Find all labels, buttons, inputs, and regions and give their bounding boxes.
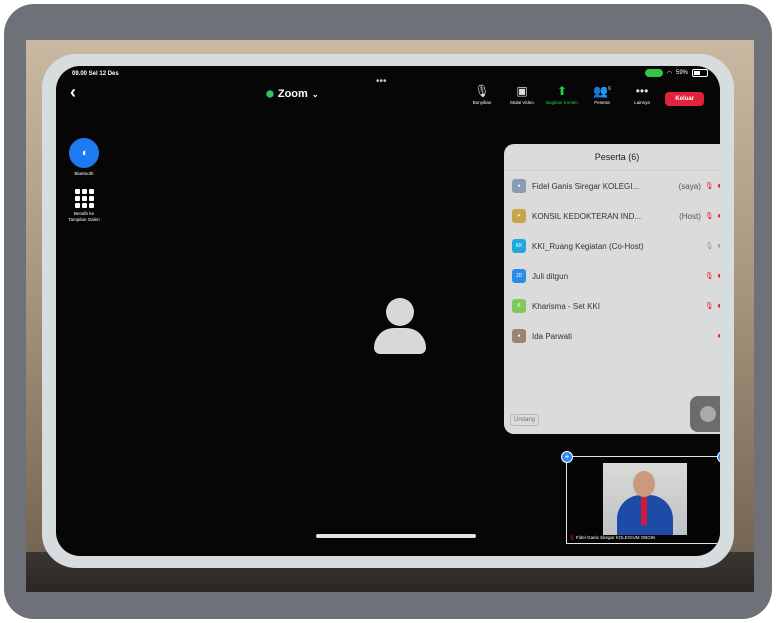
self-view-name-text: Fidel Ganis Siregar KOLEGIUM OBGIN bbox=[575, 535, 656, 540]
self-video bbox=[603, 463, 687, 535]
participant-avatar-emblem: ✦ bbox=[512, 209, 526, 223]
participant-tag: (saya) bbox=[678, 181, 701, 191]
self-view-window[interactable]: + − 🎙 Fidel Ganis Siregar KOLEGIUM OBGIN bbox=[561, 451, 720, 544]
mic-icon: 🎙 bbox=[704, 243, 714, 250]
zoom-screen: 09.00 Sel 12 Des ◠ 59% ‹ ••• ⬢ Zoom ⌄ 🎙 … bbox=[56, 66, 720, 556]
bluetooth-button[interactable]: ◖ Bluetooth bbox=[66, 138, 102, 177]
participant-name: Juli ditgun bbox=[532, 271, 569, 281]
status-indicators: ◠ 59% bbox=[644, 69, 708, 77]
mic-muted-icon: 🎙 bbox=[704, 303, 714, 310]
expand-icon[interactable]: + bbox=[561, 451, 573, 463]
battery-icon bbox=[692, 69, 708, 77]
more-icon: ••• bbox=[635, 84, 649, 98]
participants-panel: Peserta (6) ● Fidel Ganis Siregar KOLEGI… bbox=[504, 144, 720, 434]
tablet-device: 09.00 Sel 12 Des ◠ 59% ‹ ••• ⬢ Zoom ⌄ 🎙 … bbox=[42, 54, 734, 568]
participant-name: KONSIL KEDOKTERAN IND... bbox=[532, 211, 642, 221]
meeting-toolbar: 🎙 Bunyikan ▣ Mulai Video ⬆ Bagikan Konte… bbox=[466, 84, 658, 105]
shield-icon: ⬢ bbox=[266, 88, 274, 99]
participant-name: Kharisma - Set KKI bbox=[532, 301, 601, 311]
more-button[interactable]: ••• Lainnya bbox=[626, 84, 658, 105]
participant-tag: (Host) bbox=[679, 211, 701, 221]
participants-icon: 👥6 bbox=[593, 84, 611, 98]
mic-muted-icon: 🎙 bbox=[704, 183, 714, 190]
bluetooth-speaker-icon: ◖ bbox=[69, 138, 99, 168]
participant-row[interactable]: K Kharisma - Set KKI 🎙 ■ bbox=[504, 291, 720, 321]
person-tie bbox=[641, 497, 647, 525]
video-off-icon: ■ bbox=[717, 272, 720, 280]
start-video-button[interactable]: ▣ Mulai Video bbox=[506, 84, 538, 105]
default-avatar-head-icon bbox=[386, 298, 414, 326]
meeting-title-text: Zoom bbox=[277, 88, 308, 100]
more-label: Lainnya bbox=[634, 100, 650, 105]
participant-name: Fidel Ganis Siregar KOLEGI... bbox=[532, 181, 640, 191]
start-video-label: Mulai Video bbox=[510, 100, 534, 105]
home-indicator[interactable] bbox=[316, 534, 476, 538]
video-icon: ■ bbox=[717, 242, 720, 250]
chevron-down-icon: ⌄ bbox=[311, 89, 319, 99]
video-off-icon: ■ bbox=[717, 182, 720, 190]
participants-badge: 6 bbox=[608, 86, 611, 92]
share-content-label: Bagikan Konten bbox=[546, 100, 578, 105]
photo-background: 09.00 Sel 12 Des ◠ 59% ‹ ••• ⬢ Zoom ⌄ 🎙 … bbox=[26, 40, 754, 592]
mute-button[interactable]: 🎙 Bunyikan bbox=[466, 84, 498, 105]
mic-muted-icon: 🎙 bbox=[474, 84, 490, 98]
mic-muted-icon: 🎙 bbox=[704, 213, 714, 220]
participant-row[interactable]: ● Ida Parwati ■ bbox=[504, 321, 720, 351]
participant-avatar: ● bbox=[512, 329, 526, 343]
mic-active-indicator-icon bbox=[644, 69, 663, 77]
video-off-icon: ■ bbox=[717, 212, 720, 220]
default-avatar-body-icon bbox=[374, 328, 426, 354]
participant-row[interactable]: KK KKI_Ruang Kegiatan (Co-Host) 🎙 ■ bbox=[504, 231, 720, 261]
participant-name: KKI_Ruang Kegiatan (Co-Host) bbox=[532, 241, 644, 251]
mute-label: Bunyikan bbox=[472, 100, 492, 105]
bluetooth-label: Bluetooth bbox=[74, 171, 94, 176]
video-off-icon: ▣ bbox=[516, 84, 528, 98]
meeting-title[interactable]: ⬢ Zoom ⌄ bbox=[266, 88, 319, 100]
share-content-button[interactable]: ⬆ Bagikan Konten bbox=[546, 84, 578, 105]
mic-muted-icon: 🎙 bbox=[704, 273, 714, 280]
status-time-date: 09.00 Sel 12 Des bbox=[72, 71, 119, 77]
battery-percent: 59% bbox=[675, 70, 688, 76]
participant-row[interactable]: JD Juli ditgun 🎙 ■ bbox=[504, 261, 720, 291]
participant-row[interactable]: ● Fidel Ganis Siregar KOLEGI... (saya) 🎙… bbox=[504, 171, 720, 201]
leave-button[interactable]: Keluar bbox=[665, 92, 704, 106]
image-frame: 09.00 Sel 12 Des ◠ 59% ‹ ••• ⬢ Zoom ⌄ 🎙 … bbox=[4, 4, 772, 619]
gallery-view-button[interactable]: Beralih ke Tampilan Galeri bbox=[66, 188, 102, 223]
status-bar: 09.00 Sel 12 Des ◠ 59% bbox=[56, 66, 720, 84]
gallery-view-label: Beralih ke Tampilan Galeri bbox=[68, 211, 100, 222]
participants-button[interactable]: 👥6 Peserta bbox=[586, 84, 618, 105]
participant-avatar: KK bbox=[512, 239, 526, 253]
invite-button[interactable]: Undang bbox=[510, 414, 540, 426]
video-off-icon: ■ bbox=[717, 302, 720, 310]
participant-avatar: K bbox=[512, 299, 526, 313]
multitasking-dots-icon[interactable]: ••• bbox=[376, 76, 387, 87]
collapse-icon[interactable]: − bbox=[717, 451, 720, 463]
participants-panel-title: Peserta (6) bbox=[504, 144, 720, 171]
self-view-name: 🎙 Fidel Ganis Siregar KOLEGIUM OBGIN bbox=[569, 535, 655, 541]
video-off-icon: ■ bbox=[717, 332, 720, 340]
participant-name: Ida Parwati bbox=[532, 331, 573, 341]
participant-avatar: ● bbox=[512, 179, 526, 193]
assistive-touch-icon[interactable] bbox=[690, 396, 720, 432]
mic-muted-icon: 🎙 bbox=[569, 535, 575, 540]
participant-row[interactable]: ✦ KONSIL KEDOKTERAN IND... (Host) 🎙 ■ bbox=[504, 201, 720, 231]
back-chevron-icon[interactable]: ‹ bbox=[70, 82, 76, 103]
participant-avatar: JD bbox=[512, 269, 526, 283]
grid-icon bbox=[74, 188, 94, 208]
person-head bbox=[633, 471, 655, 497]
wifi-icon: ◠ bbox=[666, 70, 672, 77]
participants-label: Peserta bbox=[594, 100, 610, 105]
share-content-icon: ⬆ bbox=[556, 84, 568, 98]
